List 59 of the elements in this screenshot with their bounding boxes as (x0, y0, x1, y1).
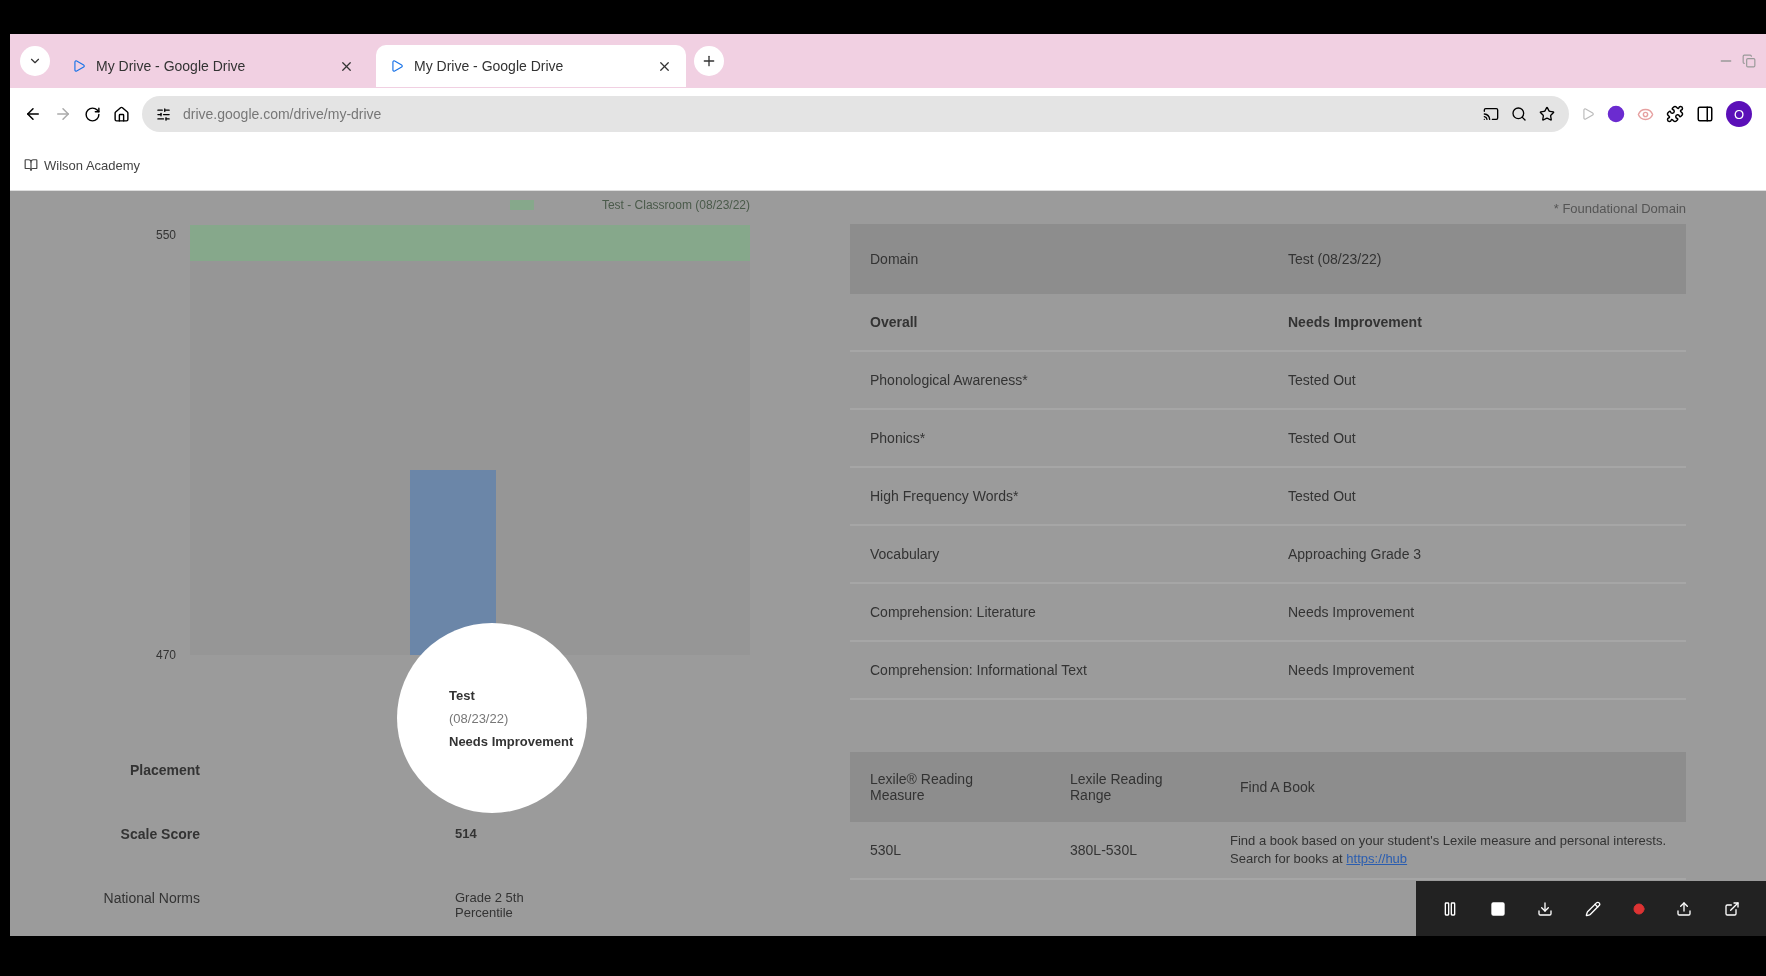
table-cell-text: Tested Out (1287, 488, 1357, 504)
bookmark-star-icon[interactable] (1539, 106, 1555, 122)
zoom-icon[interactable] (1511, 106, 1527, 122)
footnote-text: * Foundational Domain (1553, 201, 1686, 216)
tab-title: My Drive - Google Drive (96, 58, 247, 74)
back-icon[interactable] (24, 105, 42, 123)
table-cell-text: Needs Improvement (1287, 314, 1423, 330)
table-cell-text: Phonics* (869, 430, 927, 446)
tab-title: My Drive - Google Drive (414, 58, 565, 74)
legend-label: Test - Classroom (08/23/22) (601, 198, 750, 212)
axis-tick-label: 550 (155, 228, 176, 242)
browser-tab[interactable]: My Drive - Google Drive (376, 45, 686, 87)
pen-icon[interactable] (1584, 900, 1601, 917)
new-tab-button[interactable] (694, 46, 724, 76)
table-cell-text: Find a book based on your student's Lexile measure and personal interests. Search for books at https://hub (1229, 832, 1668, 868)
table-cell-text: Comprehension: Informational Text (869, 662, 1088, 678)
download-icon[interactable] (1537, 900, 1554, 917)
popout-icon[interactable] (1724, 900, 1741, 917)
record-icon[interactable] (1632, 902, 1645, 915)
table-cell-text: Phonological Awareness* (869, 372, 1029, 388)
extensions-icon[interactable] (1666, 105, 1684, 123)
table-cell-text: Vocabulary (869, 546, 941, 562)
column-header: Test (08/23/22) (1287, 251, 1383, 267)
row-label: Scale Score (119, 826, 200, 842)
row-value: Needs Improvement (449, 733, 575, 749)
reload-icon[interactable] (84, 105, 101, 123)
column-header: Lexile Reading Range (1069, 771, 1164, 803)
row-label: National Norms (102, 890, 200, 906)
table-cell-text: Needs Improvement (1287, 662, 1416, 678)
axis-tick-label: 470 (155, 648, 176, 662)
home-icon[interactable] (113, 105, 130, 123)
row-value: Grade 2 5th Percentile (455, 890, 525, 920)
table-cell-text: Comprehension: Literature (869, 604, 1037, 620)
upload-icon[interactable] (1676, 900, 1693, 917)
row-value: 514 (455, 826, 478, 841)
side-panel-icon[interactable] (1696, 105, 1714, 123)
plus-icon (701, 53, 717, 69)
table-cell-text: Overall (869, 314, 919, 330)
cast-icon[interactable] (1483, 106, 1499, 122)
column-header: Find A Book (1239, 779, 1316, 795)
table-cell-text: High Frequency Words* (869, 488, 1020, 504)
row-label: Placement (128, 762, 200, 778)
bookmark[interactable]: Wilson Academy (24, 157, 141, 173)
column-header: Domain (869, 251, 920, 267)
column-header: Test (449, 687, 476, 703)
table-cell-text: Needs Improvement (1287, 604, 1416, 620)
column-header: Lexile® Reading Measure (869, 771, 974, 803)
address-bar[interactable]: drive.google.com/drive/my-drive (142, 96, 1569, 132)
table-cell-text: 530L (869, 842, 903, 858)
browser-tab[interactable]: My Drive - Google Drive (58, 45, 368, 87)
stop-icon[interactable] (1489, 900, 1506, 917)
table-cell-text: Tested Out (1287, 430, 1357, 446)
table-cell-text: Tested Out (1287, 372, 1357, 388)
book-icon (24, 158, 38, 172)
table-cell-text: 380L-530L (1069, 842, 1138, 858)
site-settings-icon[interactable] (156, 106, 171, 122)
profile-avatar[interactable]: O (1726, 101, 1752, 127)
table-cell-text: Approaching Grade 3 (1287, 546, 1423, 562)
column-header: (08/23/22) (449, 710, 510, 726)
